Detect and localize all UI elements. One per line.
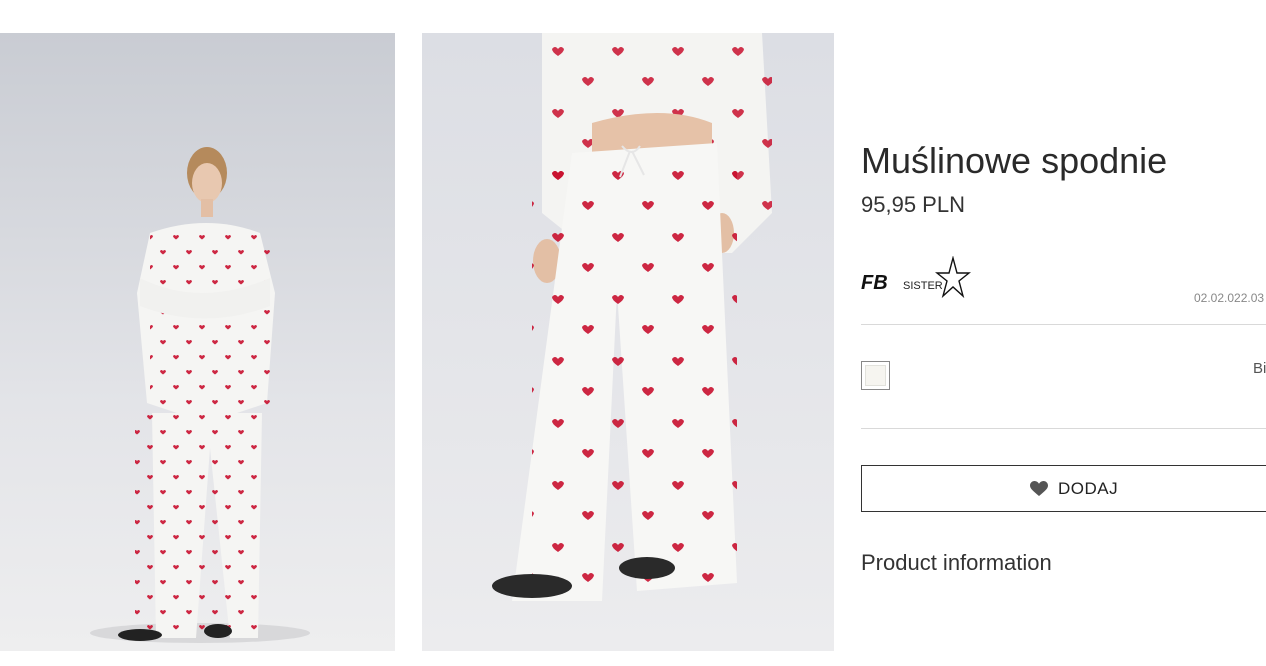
product-title: Muślinowe spodnie — [861, 140, 1168, 181]
svg-text:SISTER: SISTER — [903, 280, 943, 292]
heart-icon — [1030, 480, 1048, 496]
product-photo-full[interactable] — [0, 33, 395, 651]
divider — [861, 428, 1266, 429]
product-photo-closeup[interactable] — [422, 33, 834, 651]
product-information-link[interactable]: Product information — [861, 550, 1052, 576]
product-price: 95,95 PLN — [861, 192, 965, 217]
add-to-wishlist-button[interactable]: DODAJ — [861, 465, 1266, 512]
fb-sister-star-icon: FB SISTER — [861, 255, 971, 299]
brand-logo[interactable]: FB SISTER — [861, 255, 971, 304]
swatch-fill — [865, 365, 886, 386]
model-full-body-image — [0, 33, 395, 651]
divider — [861, 324, 1266, 325]
model-pants-closeup-image — [422, 33, 834, 651]
svg-text:FB: FB — [861, 272, 888, 294]
product-sku: 02.02.022.03 — [1194, 291, 1265, 305]
color-swatch-white[interactable] — [861, 361, 890, 390]
add-button-label: DODAJ — [1058, 478, 1119, 498]
color-name: Bi — [1253, 360, 1266, 377]
product-info-panel: Muślinowe spodnie 95,95 PLN FB SISTER 02… — [861, 0, 1266, 666]
